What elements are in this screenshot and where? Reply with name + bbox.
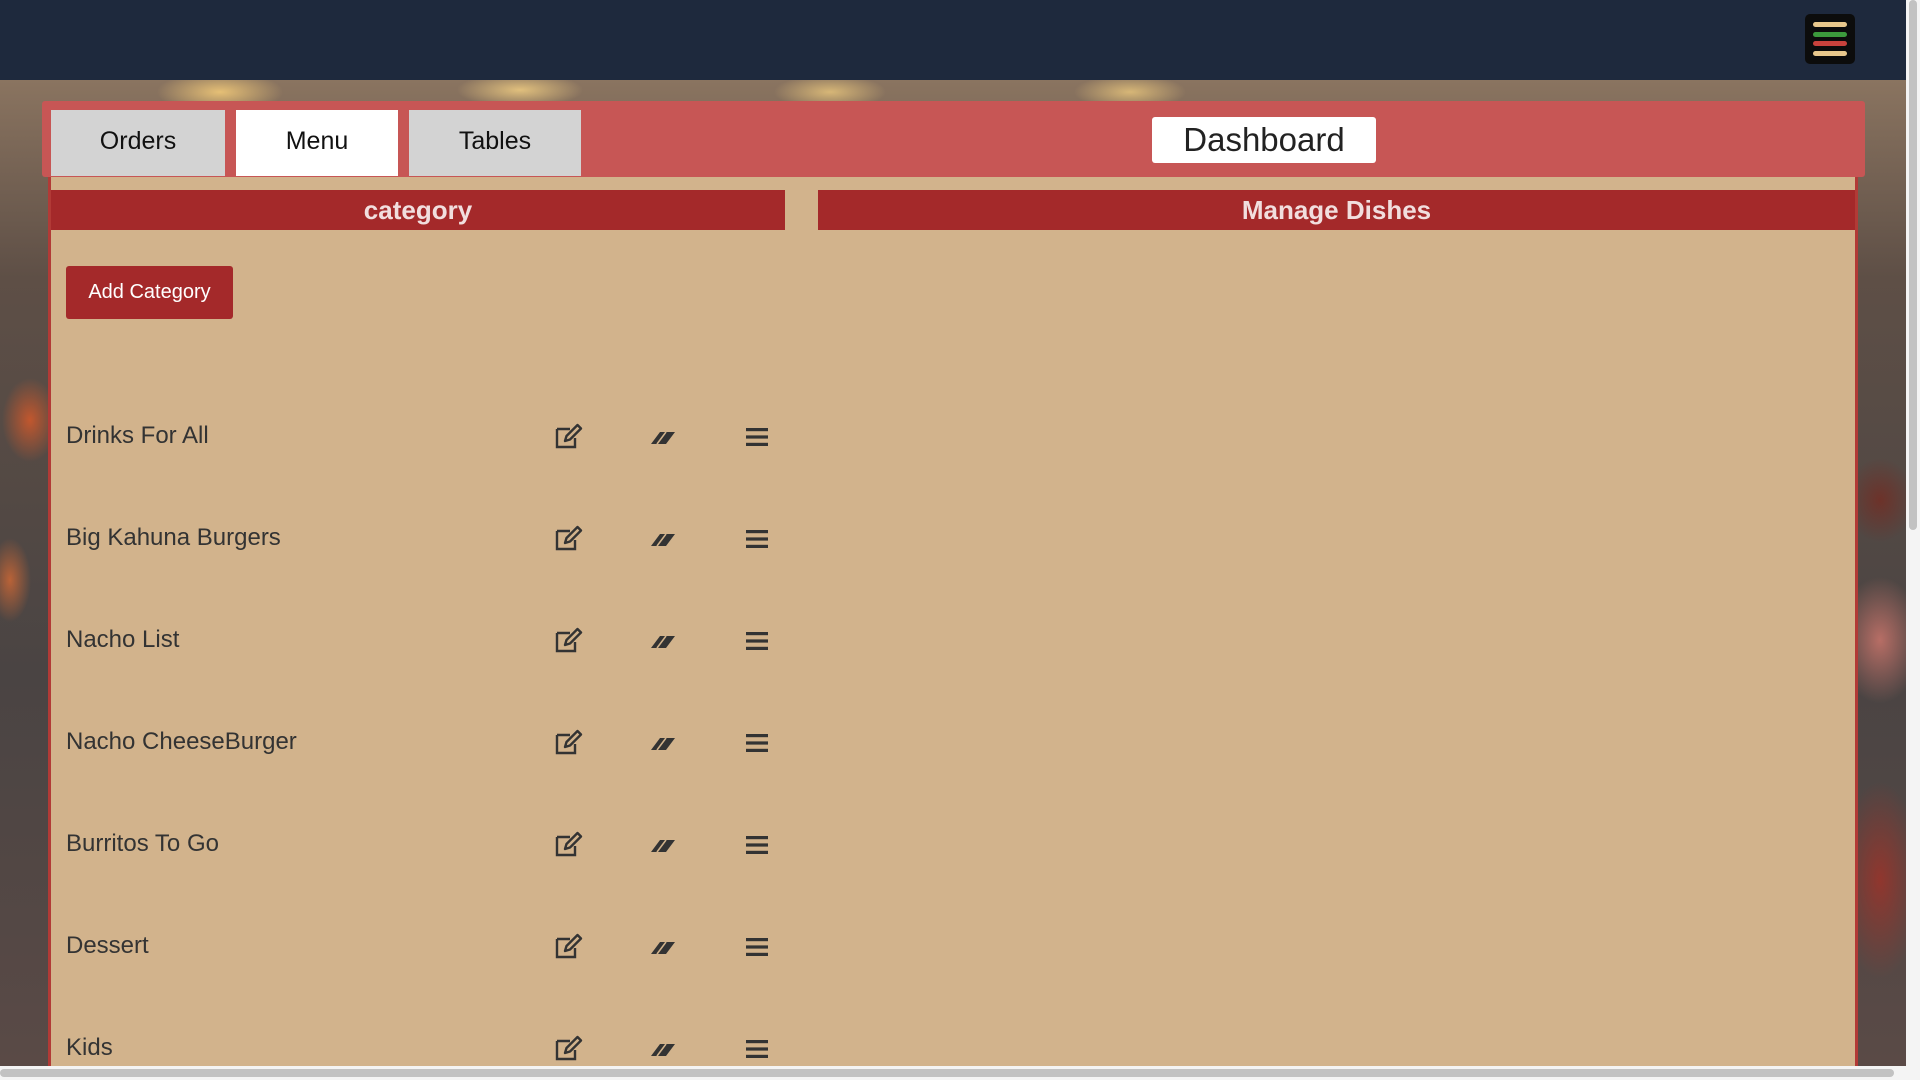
- eraser-icon[interactable]: [648, 422, 678, 452]
- dashboard-title: Dashboard: [1152, 117, 1376, 163]
- manage-dishes-header: Manage Dishes: [818, 190, 1855, 230]
- category-name: Dessert: [66, 932, 149, 959]
- tab-bar: Orders Menu Tables Dashboard: [42, 101, 1865, 177]
- eraser-icon[interactable]: [648, 524, 678, 554]
- vertical-scrollbar[interactable]: [1906, 0, 1920, 1080]
- category-row: Nacho List: [66, 620, 786, 660]
- eraser-icon[interactable]: [648, 626, 678, 656]
- category-row: Big Kahuna Burgers: [66, 518, 786, 558]
- edit-icon[interactable]: [553, 422, 583, 452]
- eraser-icon[interactable]: [648, 830, 678, 860]
- category-row: Dessert: [66, 926, 786, 966]
- horizontal-scrollbar[interactable]: [0, 1066, 1906, 1080]
- category-name: Drinks For All: [66, 422, 209, 449]
- list-icon[interactable]: [742, 626, 772, 656]
- eraser-icon[interactable]: [648, 1034, 678, 1064]
- category-name: Kids: [66, 1034, 113, 1061]
- category-row: Nacho CheeseBurger: [66, 722, 786, 762]
- category-name: Burritos To Go: [66, 830, 219, 857]
- edit-icon[interactable]: [553, 830, 583, 860]
- hamburger-bar: [1813, 31, 1847, 37]
- category-name: Big Kahuna Burgers: [66, 524, 281, 551]
- category-row: Kids: [66, 1028, 786, 1068]
- category-name: Nacho CheeseBurger: [66, 728, 297, 755]
- list-icon[interactable]: [742, 524, 772, 554]
- category-row: Drinks For All: [66, 416, 786, 456]
- list-icon[interactable]: [742, 932, 772, 962]
- list-icon[interactable]: [742, 728, 772, 758]
- hamburger-bar: [1813, 50, 1847, 56]
- add-category-button[interactable]: Add Category: [66, 266, 233, 319]
- hamburger-icon[interactable]: [1805, 14, 1855, 64]
- edit-icon[interactable]: [553, 932, 583, 962]
- edit-icon[interactable]: [553, 728, 583, 758]
- eraser-icon[interactable]: [648, 728, 678, 758]
- hamburger-bar: [1813, 22, 1847, 27]
- eraser-icon[interactable]: [648, 932, 678, 962]
- horizontal-scrollbar-thumb[interactable]: [0, 1069, 1894, 1077]
- list-icon[interactable]: [742, 422, 772, 452]
- category-panel-header: category: [51, 190, 785, 230]
- category-name: Nacho List: [66, 626, 180, 653]
- category-row: Burritos To Go: [66, 824, 786, 864]
- hamburger-bar: [1813, 41, 1847, 47]
- list-icon[interactable]: [742, 830, 772, 860]
- edit-icon[interactable]: [553, 626, 583, 656]
- edit-icon[interactable]: [553, 524, 583, 554]
- top-navbar: [0, 0, 1906, 80]
- list-icon[interactable]: [742, 1034, 772, 1064]
- tab-tables[interactable]: Tables: [409, 110, 581, 176]
- tab-menu[interactable]: Menu: [236, 110, 398, 176]
- edit-icon[interactable]: [553, 1034, 583, 1064]
- vertical-scrollbar-thumb[interactable]: [1909, 0, 1917, 530]
- tab-orders[interactable]: Orders: [51, 110, 225, 176]
